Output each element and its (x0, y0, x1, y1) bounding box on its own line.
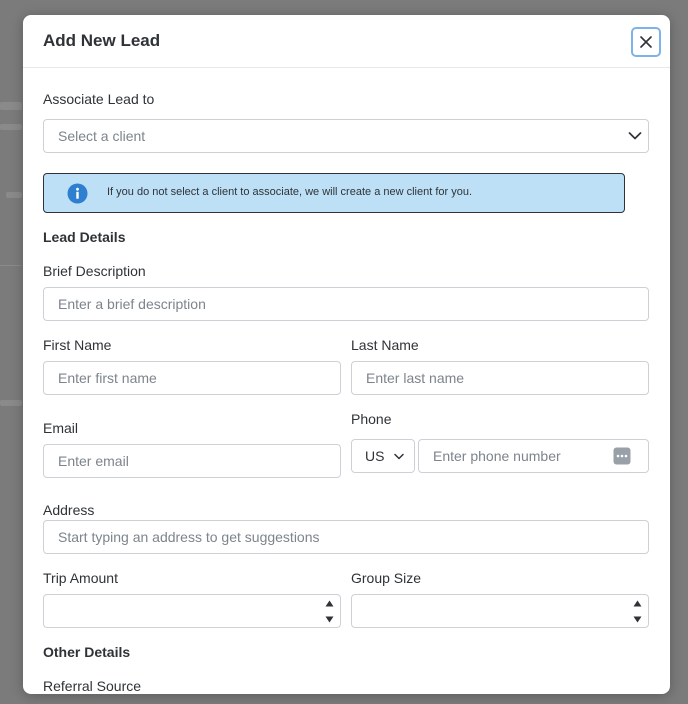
lead-details-heading: Lead Details (43, 229, 126, 245)
modal-header: Add New Lead (23, 15, 670, 68)
triangle-down-icon (325, 616, 333, 622)
background-text-fragment (0, 124, 22, 130)
address-label: Address (43, 502, 95, 518)
phone-country-select[interactable]: US (351, 439, 415, 473)
email-input[interactable] (43, 444, 341, 478)
password-manager-icon[interactable] (613, 447, 631, 465)
phone-label: Phone (351, 411, 392, 427)
modal-title: Add New Lead (43, 31, 161, 50)
brief-description-input[interactable] (43, 287, 649, 321)
first-name-input[interactable] (43, 361, 341, 395)
close-icon (640, 36, 652, 48)
client-select[interactable]: Select a client (43, 119, 649, 153)
group-size-spinner (627, 595, 647, 627)
trip-amount-label: Trip Amount (43, 570, 118, 586)
add-lead-modal: Add New Lead Associate Lead to Select a … (23, 15, 670, 694)
trip-amount-spinner (319, 595, 339, 627)
phone-country-code: US (365, 448, 385, 464)
background-text-fragment (0, 102, 22, 110)
group-size-label: Group Size (351, 570, 422, 586)
last-name-input[interactable] (351, 361, 649, 395)
background-text-fragment (0, 400, 22, 406)
group-size-decrement[interactable] (627, 611, 647, 627)
referral-source-label: Referral Source (43, 678, 142, 694)
chevron-down-icon (628, 132, 642, 140)
group-size-input[interactable] (351, 594, 649, 628)
trip-amount-increment[interactable] (319, 595, 339, 611)
address-input[interactable] (43, 520, 649, 554)
other-details-heading: Other Details (43, 644, 131, 660)
client-select-placeholder: Select a client (58, 128, 146, 144)
triangle-up-icon (633, 600, 641, 606)
trip-amount-input[interactable] (43, 594, 341, 628)
triangle-down-icon (633, 616, 641, 622)
chevron-down-icon (394, 453, 404, 460)
info-circle-icon (67, 183, 88, 204)
triangle-up-icon (325, 600, 333, 606)
background-text-fragment (6, 192, 22, 198)
trip-amount-decrement[interactable] (319, 611, 339, 627)
group-size-increment[interactable] (627, 595, 647, 611)
brief-description-label: Brief Description (43, 263, 146, 279)
background-divider (0, 265, 22, 266)
info-alert: If you do not select a client to associa… (43, 173, 625, 213)
info-alert-text: If you do not select a client to associa… (107, 186, 473, 198)
first-name-label: First Name (43, 337, 112, 353)
email-label: Email (43, 420, 79, 436)
close-button[interactable] (631, 27, 661, 57)
last-name-label: Last Name (351, 337, 419, 353)
associate-label: Associate Lead to (43, 91, 155, 107)
